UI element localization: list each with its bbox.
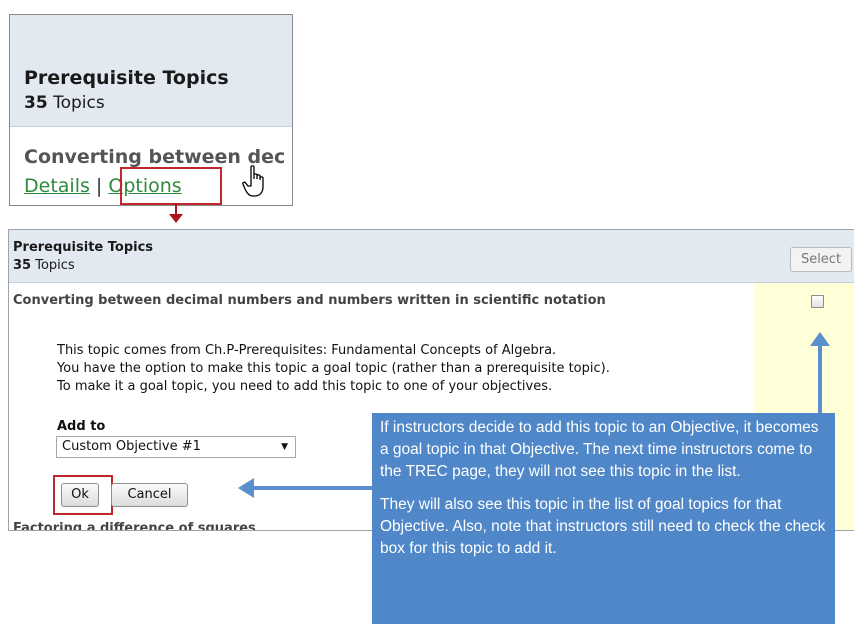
panel-count-label: Topics <box>31 258 75 273</box>
description-line: This topic comes from Ch.P-Prerequisites… <box>57 343 557 358</box>
next-topic-title: Factoring a difference of squares <box>13 521 256 531</box>
description-line: To make it a goal topic, you need to add… <box>57 379 553 394</box>
cancel-button[interactable]: Cancel <box>111 483 188 507</box>
panel-topic-count: 35 Topics <box>13 258 75 273</box>
options-highlight-box <box>120 167 222 205</box>
panel-count-number: 35 <box>13 258 32 273</box>
panel-header <box>9 230 854 283</box>
objective-select[interactable]: Custom Objective #1 ▼ <box>56 436 296 458</box>
zoom-count-label: Topics <box>47 93 105 113</box>
zoom-topic-count: 35 Topics <box>24 93 105 113</box>
zoom-count-number: 35 <box>24 93 48 113</box>
details-link[interactable]: Details <box>24 175 90 197</box>
callout-paragraph: If instructors decide to add this topic … <box>380 419 819 480</box>
zoom-title: Prerequisite Topics <box>24 67 229 89</box>
ok-pointer-line <box>254 486 372 490</box>
topic-title: Converting between decimal numbers and n… <box>13 293 606 308</box>
explanation-callout: If instructors decide to add this topic … <box>372 413 835 624</box>
connector-arrow-icon <box>169 214 183 223</box>
chevron-down-icon: ▼ <box>281 442 288 452</box>
topic-checkbox[interactable] <box>811 295 824 308</box>
add-to-label: Add to <box>57 419 106 434</box>
select-button[interactable]: Select <box>790 247 852 272</box>
zoomed-snippet: Prerequisite Topics 35 Topics Converting… <box>9 14 293 206</box>
panel-title: Prerequisite Topics <box>13 240 154 255</box>
arrow-left-icon <box>238 478 254 498</box>
link-separator: | <box>89 175 109 197</box>
topic-description: This topic comes from Ch.P-Prerequisites… <box>57 342 610 396</box>
hand-cursor-icon <box>242 165 264 197</box>
objective-select-value: Custom Objective #1 <box>62 439 201 454</box>
arrow-up-icon <box>810 332 830 346</box>
callout-paragraph: They will also see this topic in the lis… <box>380 496 826 557</box>
ok-button[interactable]: Ok <box>61 483 99 507</box>
checkbox-pointer-line <box>818 346 822 414</box>
description-line: You have the option to make this topic a… <box>57 361 610 376</box>
